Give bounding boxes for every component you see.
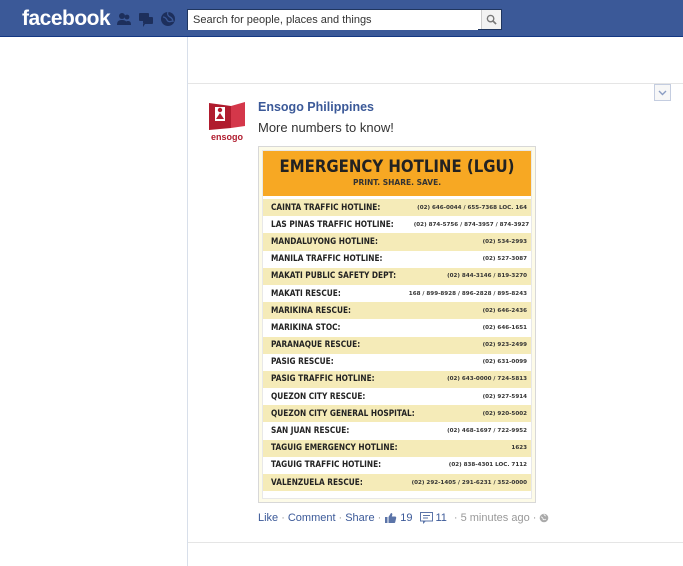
likes-count[interactable]: 19 xyxy=(400,512,412,524)
hotline-number: 1623 xyxy=(511,445,527,452)
separator: · xyxy=(377,512,382,524)
hotline-label: QUEZON CITY GENERAL HOSPITAL: xyxy=(271,408,415,419)
post-photo[interactable]: EMERGENCY HOTLINE (LGU) PRINT. SHARE. SA… xyxy=(258,146,536,503)
hotline-number: (02) 646-0044 / 655-7368 LOC. 164 xyxy=(417,204,527,211)
hotline-number: (02) 646-1651 xyxy=(482,324,527,331)
search-box xyxy=(187,9,502,30)
hotline-number: (02) 920-5002 xyxy=(482,410,527,417)
hotline-label: TAGUIG TRAFFIC HOTLINE: xyxy=(271,460,382,471)
hotline-label: PASIG TRAFFIC HOTLINE: xyxy=(271,374,375,385)
hotline-label: SAN JUAN RESCUE: xyxy=(271,426,350,437)
hotline-number: (02) 292-1405 / 291-6231 / 352-0000 xyxy=(411,479,527,486)
hotline-number: (02) 927-5914 xyxy=(482,393,527,400)
separator: · xyxy=(453,512,458,524)
hotline-number: (02) 923-2499 xyxy=(482,342,527,349)
hotline-number: (02) 874-5756 / 874-3957 / 874-3927 xyxy=(413,221,530,228)
top-bar: facebook xyxy=(0,0,683,37)
story-actions: Like · Comment · Share · 19 11 · 5 minut… xyxy=(258,512,549,524)
hotline-number: (02) 643-0000 / 724-5813 xyxy=(447,376,527,383)
hotline-label: MANDALUYONG HOTLINE: xyxy=(271,236,378,247)
hotline-label: MARIKINA RESCUE: xyxy=(271,305,351,316)
hotline-label: MAKATI PUBLIC SAFETY DEPT: xyxy=(271,271,397,282)
author-name[interactable]: Ensogo Philippines xyxy=(258,100,374,114)
thumbs-up-icon xyxy=(385,513,397,523)
globe-icon xyxy=(540,513,549,523)
story-options-button[interactable] xyxy=(654,84,671,101)
hotline-row: QUEZON CITY RESCUE: (02) 927-5914 xyxy=(263,388,531,405)
avatar-label: ensogo xyxy=(211,132,244,142)
avatar[interactable]: ensogo xyxy=(205,99,250,144)
hotline-row: MANILA TRAFFIC HOTLINE: (02) 527-3087 xyxy=(263,251,531,268)
search-button[interactable] xyxy=(481,10,501,29)
hotline-label: VALENZUELA RESCUE: xyxy=(271,477,363,488)
notifications-icon[interactable] xyxy=(160,11,176,27)
hotline-number: (02) 631-0099 xyxy=(482,359,527,366)
hotline-number: (02) 838-4301 LOC. 7112 xyxy=(448,462,527,469)
left-column xyxy=(0,37,188,566)
search-input[interactable] xyxy=(188,10,478,30)
facebook-logo[interactable]: facebook xyxy=(22,7,111,31)
chevron-down-icon xyxy=(658,90,667,95)
hotline-row: MANDALUYONG HOTLINE: (02) 534-2993 xyxy=(263,233,531,251)
hotline-label: LAS PINAS TRAFFIC HOTLINE: xyxy=(271,219,394,230)
hotline-label: MAKATI RESCUE: xyxy=(271,288,341,299)
comment-bubble-icon xyxy=(419,512,433,524)
timestamp[interactable]: 5 minutes ago xyxy=(461,512,530,524)
hotline-number: (02) 534-2993 xyxy=(482,238,527,245)
hotline-row: PASIG RESCUE: (02) 631-0099 xyxy=(263,354,531,371)
separator: · xyxy=(281,512,285,524)
hotline-row: MARIKINA STOC: (02) 646-1651 xyxy=(263,319,531,336)
separator: · xyxy=(338,512,343,524)
feed-story: ensogo Ensogo Philippines More numbers t… xyxy=(188,84,683,544)
hotline-row: LAS PINAS TRAFFIC HOTLINE: (02) 874-5756 … xyxy=(263,216,531,233)
hotline-row: QUEZON CITY GENERAL HOSPITAL: (02) 920-50… xyxy=(263,405,531,423)
hotline-number: 168 / 899-8928 / 896-2828 / 895-8243 xyxy=(408,290,527,297)
hotline-number: (02) 844-3146 / 819-3270 xyxy=(447,273,527,280)
hotline-row: MAKATI RESCUE: 168 / 899-8928 / 896-2828 … xyxy=(263,285,531,302)
hotline-row: TAGUIG TRAFFIC HOTLINE: (02) 838-4301 LOC… xyxy=(263,457,531,474)
hotline-label: MARIKINA STOC: xyxy=(271,322,341,333)
hotline-label: PARANAQUE RESCUE: xyxy=(271,340,361,351)
hotline-row: MARIKINA RESCUE: (02) 646-2436 xyxy=(263,302,531,320)
share-link[interactable]: Share xyxy=(345,512,374,524)
hotline-row: SAN JUAN RESCUE: (02) 468-1697 / 722-9952 xyxy=(263,422,531,439)
post-message: More numbers to know! xyxy=(258,120,394,135)
poster-header: EMERGENCY HOTLINE (LGU) PRINT. SHARE. SA… xyxy=(263,151,531,196)
hotline-label: MANILA TRAFFIC HOTLINE: xyxy=(271,254,383,265)
separator: · xyxy=(532,512,537,524)
friend-requests-icon[interactable] xyxy=(116,11,132,27)
story-bottom-divider xyxy=(188,542,683,543)
hotline-label: PASIG RESCUE: xyxy=(271,357,334,368)
hotline-row: PASIG TRAFFIC HOTLINE: (02) 643-0000 / 72… xyxy=(263,370,531,389)
hotline-label: TAGUIG EMERGENCY HOTLINE: xyxy=(271,443,398,454)
hotline-label: QUEZON CITY RESCUE: xyxy=(271,391,366,402)
hotline-row: CAINTA TRAFFIC HOTLINE: (02) 646-0044 / 6… xyxy=(263,199,531,217)
comment-link[interactable]: Comment xyxy=(288,512,336,524)
hotline-number: (02) 527-3087 xyxy=(482,256,527,263)
hotline-poster: EMERGENCY HOTLINE (LGU) PRINT. SHARE. SA… xyxy=(262,150,532,499)
poster-title: EMERGENCY HOTLINE (LGU) xyxy=(279,157,515,177)
jewels xyxy=(116,11,176,27)
comments-count[interactable]: 11 xyxy=(436,512,447,524)
hotline-number: (02) 468-1697 / 722-9952 xyxy=(447,428,527,435)
messages-icon[interactable] xyxy=(138,11,154,27)
hotline-label: CAINTA TRAFFIC HOTLINE: xyxy=(271,202,381,213)
hotline-row: MAKATI PUBLIC SAFETY DEPT: (02) 844-3146 … xyxy=(263,267,531,285)
hotline-row: TAGUIG EMERGENCY HOTLINE: 1623 xyxy=(263,439,531,457)
hotline-number: (02) 646-2436 xyxy=(482,307,527,314)
hotline-row: VALENZUELA RESCUE: (02) 292-1405 / 291-62… xyxy=(263,474,531,492)
like-link[interactable]: Like xyxy=(258,512,278,524)
hotline-row: PARANAQUE RESCUE: (02) 923-2499 xyxy=(263,336,531,354)
search-icon xyxy=(486,14,497,25)
poster-subtitle: PRINT. SHARE. SAVE. xyxy=(352,178,442,187)
